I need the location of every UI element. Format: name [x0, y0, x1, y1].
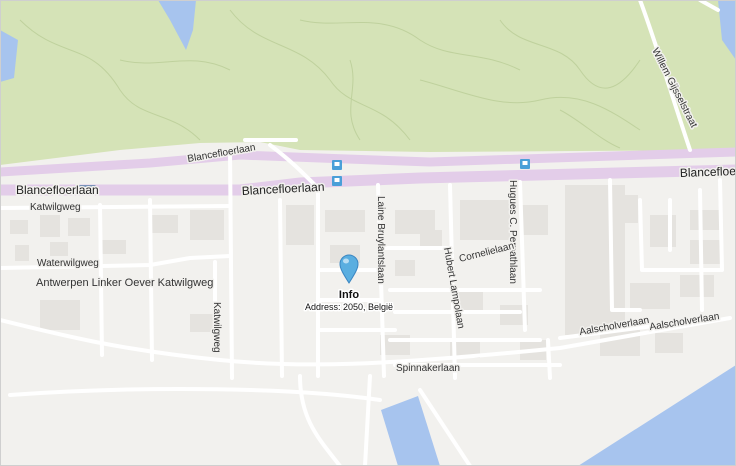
label-katwilgweg: Katwilgweg [30, 202, 81, 213]
transit-station-icon[interactable] [332, 160, 342, 170]
label-hugues-pernathlaan: Hugues C. Pernathlaan [507, 180, 518, 284]
label-blancefloerlaan-right: Blancefloerlaan [680, 163, 736, 180]
map-canvas[interactable]: N70 Blancefloerlaan Blancefloerlaan Blan… [0, 0, 736, 466]
park-area [0, 0, 736, 165]
transit-station-icon[interactable] [520, 159, 530, 169]
label-katwilgweg-vertical: Katwilgweg [211, 302, 222, 353]
label-blancefloerlaan-main: Blancefloerlaan [16, 183, 99, 197]
label-antwerpen-linker-oever: Antwerpen Linker Oever Katwilgweg [36, 277, 213, 289]
label-spinnakerlaan: Spinnakerlaan [396, 363, 460, 374]
transit-station-icon[interactable] [332, 176, 342, 186]
pin-title: Info [339, 289, 359, 301]
pin-address: Address: 2050, België [305, 302, 393, 312]
label-laine-bruylantslaan: Laine Bruylantslaan [375, 196, 386, 284]
label-waterwilgweg: Waterwilgweg [37, 258, 99, 269]
